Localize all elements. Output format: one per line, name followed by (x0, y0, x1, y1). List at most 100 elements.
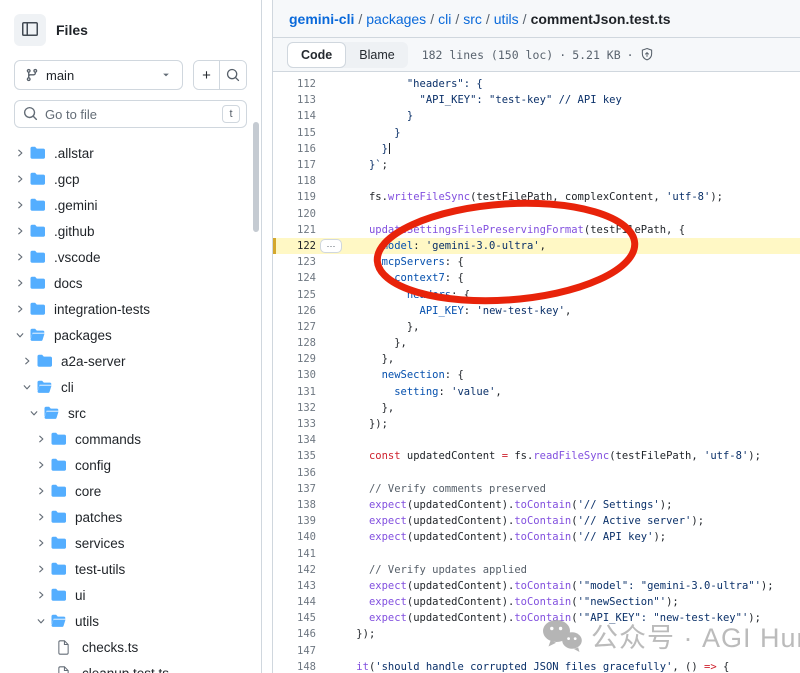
line-number[interactable]: 136 (273, 467, 316, 479)
line-number[interactable]: 133 (273, 418, 316, 430)
tree-folder-core[interactable]: core (0, 478, 261, 504)
tree-folder-.gcp[interactable]: .gcp (0, 166, 261, 192)
tree-folder-utils[interactable]: utils (0, 608, 261, 634)
folder-icon (29, 302, 46, 316)
tab-code[interactable]: Code (287, 42, 346, 68)
sidebar-scrollbar[interactable] (253, 122, 259, 232)
line-number[interactable]: 113 (273, 94, 316, 106)
tree-item-label: .allstar (54, 146, 94, 161)
tab-blame[interactable]: Blame (346, 42, 407, 68)
line-number[interactable]: 119 (273, 191, 316, 203)
tree-folder-ui[interactable]: ui (0, 582, 261, 608)
line-number[interactable]: 142 (273, 564, 316, 576)
code-line-134: 134 (273, 432, 800, 448)
code-line-119: 119 fs.writeFileSync(testFilePath, compl… (273, 189, 800, 205)
chevron-right-icon (19, 353, 34, 369)
code-text: expect(updatedContent).toContain('// API… (331, 531, 666, 543)
line-number[interactable]: 125 (273, 289, 316, 301)
tree-folder-config[interactable]: config (0, 452, 261, 478)
line-number[interactable]: 114 (273, 110, 316, 122)
branch-selector[interactable]: main (14, 60, 183, 90)
line-number[interactable]: 138 (273, 499, 316, 511)
line-number[interactable]: 137 (273, 483, 316, 495)
code-text: }, (331, 321, 420, 333)
line-number[interactable]: 117 (273, 159, 316, 171)
shield-icon[interactable] (640, 47, 654, 62)
chevron-down-icon (19, 379, 34, 395)
line-number[interactable]: 140 (273, 531, 316, 543)
code-line-122: 122 ⋯ model: 'gemini-3.0-ultra', (273, 238, 800, 254)
line-number[interactable]: 134 (273, 434, 316, 446)
tree-item-label: ui (75, 588, 86, 603)
breadcrumb-link-gemini-cli[interactable]: gemini-cli (289, 11, 354, 27)
search-icon (23, 106, 38, 126)
collapse-sidebar-button[interactable] (14, 14, 46, 46)
tree-folder-integration-tests[interactable]: integration-tests (0, 296, 261, 322)
tree-file-checks.ts[interactable]: checks.ts (0, 634, 261, 660)
tree-folder-patches[interactable]: patches (0, 504, 261, 530)
go-to-file-input[interactable] (14, 100, 247, 128)
line-actions-button[interactable]: ⋯ (320, 239, 342, 253)
folder-icon (50, 588, 67, 602)
line-number[interactable]: 132 (273, 402, 316, 414)
line-number[interactable]: 128 (273, 337, 316, 349)
code-line-142: 142 // Verify updates applied (273, 562, 800, 578)
new-file-button[interactable]: + (194, 61, 220, 89)
file-tree-sidebar: Files main + (0, 0, 262, 673)
breadcrumb-current-file: commentJson.test.ts (531, 11, 671, 27)
line-number[interactable]: 118 (273, 175, 316, 187)
tree-folder-.github[interactable]: .github (0, 218, 261, 244)
tree-item-label: commands (75, 432, 141, 447)
breadcrumb-link-cli[interactable]: cli (438, 11, 451, 27)
tree-folder-packages[interactable]: packages (0, 322, 261, 348)
tree-folder-a2a-server[interactable]: a2a-server (0, 348, 261, 374)
code-text: updateSettingsFilePreservingFormat(testF… (331, 224, 685, 236)
line-number[interactable]: 148 (273, 661, 316, 673)
tree-folder-services[interactable]: services (0, 530, 261, 556)
tree-folder-.vscode[interactable]: .vscode (0, 244, 261, 270)
line-number[interactable]: 135 (273, 450, 316, 462)
line-number[interactable]: 112 (273, 78, 316, 90)
tree-folder-cli[interactable]: cli (0, 374, 261, 400)
tree-indent-spacer (40, 665, 55, 673)
file-meta: 182 lines (150 loc) · 5.21 KB · (422, 47, 654, 62)
line-number[interactable]: 123 (273, 256, 316, 268)
line-number[interactable]: 122 (273, 240, 316, 252)
line-number[interactable]: 120 (273, 208, 316, 220)
line-number[interactable]: 127 (273, 321, 316, 333)
line-number[interactable]: 147 (273, 645, 316, 657)
line-number[interactable]: 143 (273, 580, 316, 592)
tree-folder-commands[interactable]: commands (0, 426, 261, 452)
code-line-123: 123 mcpServers: { (273, 254, 800, 270)
file-size: 5.21 KB (572, 48, 620, 62)
line-number[interactable]: 144 (273, 596, 316, 608)
line-number[interactable]: 131 (273, 386, 316, 398)
line-number[interactable]: 141 (273, 548, 316, 560)
code-line-132: 132 }, (273, 400, 800, 416)
tree-folder-src[interactable]: src (0, 400, 261, 426)
tree-folder-docs[interactable]: docs (0, 270, 261, 296)
line-number[interactable]: 124 (273, 272, 316, 284)
line-number[interactable]: 126 (273, 305, 316, 317)
line-number[interactable]: 129 (273, 353, 316, 365)
line-number[interactable]: 146 (273, 628, 316, 640)
tree-folder-test-utils[interactable]: test-utils (0, 556, 261, 582)
breadcrumb-link-src[interactable]: src (463, 11, 482, 27)
tree-item-label: core (75, 484, 101, 499)
line-number[interactable]: 115 (273, 127, 316, 139)
code-text: model: 'gemini-3.0-ultra', (331, 240, 546, 252)
tree-folder-.allstar[interactable]: .allstar (0, 140, 261, 166)
line-number[interactable]: 121 (273, 224, 316, 236)
line-number[interactable]: 130 (273, 369, 316, 381)
breadcrumb-link-utils[interactable]: utils (494, 11, 519, 27)
code-line-125: 125 headers: { (273, 286, 800, 302)
code-text: mcpServers: { (331, 256, 464, 268)
line-number[interactable]: 145 (273, 612, 316, 624)
line-number[interactable]: 139 (273, 515, 316, 527)
breadcrumb-link-packages[interactable]: packages (366, 11, 426, 27)
search-tree-button[interactable] (220, 61, 246, 89)
tree-folder-.gemini[interactable]: .gemini (0, 192, 261, 218)
line-number[interactable]: 116 (273, 143, 316, 155)
code-text: fs.writeFileSync(testFilePath, complexCo… (331, 191, 723, 203)
tree-file-cleanup.test.ts[interactable]: cleanup.test.ts (0, 660, 261, 673)
